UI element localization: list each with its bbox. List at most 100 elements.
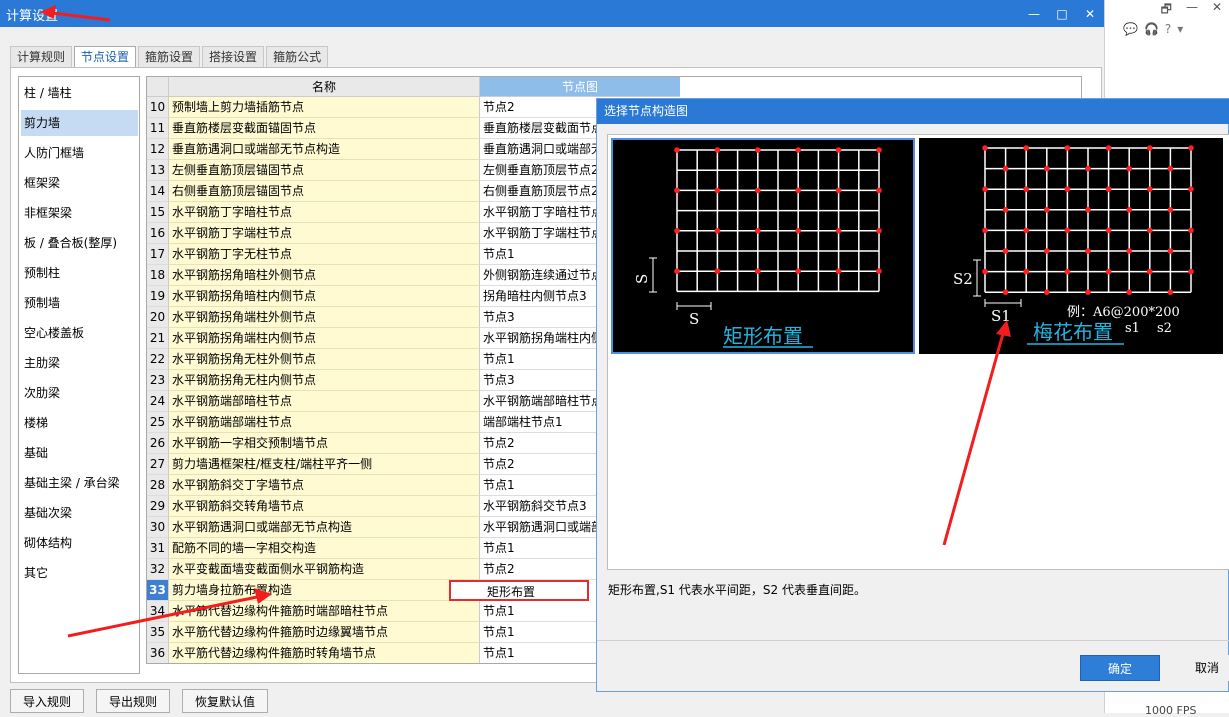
row-number: 22 <box>147 349 169 370</box>
row-name: 垂直筋楼层变截面锚固节点 <box>169 118 480 139</box>
row-name: 垂直筋遇洞口或端部无节点构造 <box>169 139 480 160</box>
column-header-node[interactable]: 节点图 <box>480 77 680 97</box>
spacing-label-horizontal: S <box>689 310 699 328</box>
bg-restore-icon[interactable]: 🗗 <box>1161 0 1172 22</box>
export-rules-button[interactable]: 导出规则 <box>96 689 171 713</box>
row-node-value[interactable]: 节点1 <box>480 538 597 559</box>
row-name: 水平钢筋拐角无柱外侧节点 <box>169 349 480 370</box>
dialog-title: 选择节点构造图 <box>597 99 1229 124</box>
diagram-options: S S 矩形布置 S2 S1 例：A6@200*200 s1 s2 梅花布置 <box>607 134 1229 570</box>
row-node-value[interactable]: 节点1 <box>480 643 597 663</box>
row-node-value[interactable]: 节点1 <box>480 244 597 265</box>
nav-item-foundation[interactable]: 基础 <box>21 440 138 466</box>
nav-item-non-frame-beam[interactable]: 非框架梁 <box>21 200 138 226</box>
column-header-name[interactable]: 名称 <box>169 77 480 97</box>
bg-minimize-icon[interactable]: — <box>1186 0 1198 22</box>
row-node-value[interactable]: 水平钢筋遇洞口或端部 <box>480 517 597 538</box>
row-node-value[interactable]: 节点3 <box>480 307 597 328</box>
nav-item-foundation-secondary-beam[interactable]: 基础次梁 <box>21 500 138 526</box>
nav-item-slab[interactable]: 板 / 叠合板(整厚) <box>21 230 138 256</box>
comment-icon[interactable]: 💬 <box>1123 22 1138 42</box>
grid-header: 名称 节点图 <box>147 77 1081 97</box>
row-node-value[interactable]: 拐角暗柱内侧节点3 <box>480 286 597 307</box>
row-node-value[interactable]: 水平钢筋斜交节点3 <box>480 496 597 517</box>
nav-item-column[interactable]: 柱 / 墙柱 <box>21 80 138 106</box>
row-node-value[interactable]: 节点2 <box>480 559 597 580</box>
nav-item-civil-defense-door[interactable]: 人防门框墙 <box>21 140 138 166</box>
row-node-value[interactable]: 垂直筋遇洞口或端部无 <box>480 139 597 160</box>
nav-item-frame-beam[interactable]: 框架梁 <box>21 170 138 196</box>
nav-item-masonry[interactable]: 砌体结构 <box>21 530 138 556</box>
row-name: 水平钢筋拐角暗柱外侧节点 <box>169 265 480 286</box>
nav-item-precast-wall[interactable]: 预制墙 <box>21 290 138 316</box>
cancel-button[interactable]: 取消 <box>1167 655 1229 681</box>
nav-item-stairs[interactable]: 楼梯 <box>21 410 138 436</box>
row-name: 水平钢筋遇洞口或端部无节点构造 <box>169 517 480 538</box>
row-name: 右侧垂直筋顶层锚固节点 <box>169 181 480 202</box>
row-node-value[interactable]: 右侧垂直筋顶层节点2 <box>480 181 597 202</box>
row-node-value[interactable]: 矩形布置 <box>449 580 589 601</box>
row-name: 水平变截面墙变截面侧水平钢筋构造 <box>169 559 480 580</box>
tab-node-settings[interactable]: 节点设置 <box>74 46 137 67</box>
row-node-value[interactable]: 左侧垂直筋顶层节点2 <box>480 160 597 181</box>
row-node-value[interactable]: 节点2 <box>480 433 597 454</box>
nav-item-foundation-main-beam[interactable]: 基础主梁 / 承台梁 <box>21 470 138 496</box>
row-node-value[interactable]: 节点1 <box>480 475 597 496</box>
row-node-value[interactable]: 节点1 <box>480 349 597 370</box>
row-number: 30 <box>147 517 169 538</box>
nav-item-other[interactable]: 其它 <box>21 560 138 586</box>
tab-lap-settings[interactable]: 搭接设置 <box>202 46 265 67</box>
rect-layout-caption: 矩形布置 <box>723 324 803 348</box>
tab-stirrup-settings[interactable]: 箍筋设置 <box>138 46 201 67</box>
row-node-value[interactable]: 水平钢筋拐角端柱内侧 <box>480 328 597 349</box>
row-node-value[interactable]: 水平钢筋丁字端柱节点 <box>480 223 597 244</box>
row-number: 20 <box>147 307 169 328</box>
tab-stirrup-formula[interactable]: 箍筋公式 <box>266 46 329 67</box>
ok-button[interactable]: 确定 <box>1080 655 1160 681</box>
nav-item-hollow-slab[interactable]: 空心楼盖板 <box>21 320 138 346</box>
row-number: 34 <box>147 601 169 622</box>
row-number: 15 <box>147 202 169 223</box>
row-name: 水平钢筋丁字暗柱节点 <box>169 202 480 223</box>
row-name: 水平钢筋拐角无柱内侧节点 <box>169 370 480 391</box>
row-name: 水平钢筋拐角端柱外侧节点 <box>169 307 480 328</box>
row-node-value[interactable]: 节点1 <box>480 601 597 622</box>
row-name: 水平钢筋拐角暗柱内侧节点 <box>169 286 480 307</box>
restore-defaults-button[interactable]: 恢复默认值 <box>182 689 269 713</box>
help-icon[interactable]: ? <box>1165 22 1171 42</box>
maximize-button[interactable]: □ <box>1048 0 1076 27</box>
close-button[interactable]: ✕ <box>1076 0 1104 27</box>
row-node-value[interactable]: 节点3 <box>480 370 597 391</box>
nav-item-precast-column[interactable]: 预制柱 <box>21 260 138 286</box>
import-rules-button[interactable]: 导入规则 <box>10 689 85 713</box>
option-rect-layout[interactable]: S S 矩形布置 <box>611 138 915 354</box>
row-number: 19 <box>147 286 169 307</box>
row-number: 21 <box>147 328 169 349</box>
tab-calc-rules[interactable]: 计算规则 <box>10 46 73 67</box>
row-node-value[interactable]: 外侧钢筋连续通过节点 <box>480 265 597 286</box>
headset-icon[interactable]: 🎧 <box>1144 22 1159 42</box>
row-node-value[interactable]: 水平钢筋端部暗柱节点 <box>480 391 597 412</box>
row-name: 水平筋代替边缘构件箍筋时端部暗柱节点 <box>169 601 480 622</box>
bg-close-icon[interactable]: ✕ <box>1212 0 1222 22</box>
row-node-value[interactable]: 节点1 <box>480 622 597 643</box>
nav-item-secondary-rib-beam[interactable]: 次肋梁 <box>21 380 138 406</box>
minimize-button[interactable]: — <box>1020 0 1048 27</box>
plum-legend-s2: s2 <box>1157 321 1172 336</box>
component-nav: 柱 / 墙柱 剪力墙 人防门框墙 框架梁 非框架梁 板 / 叠合板(整厚) 预制… <box>18 76 140 674</box>
node-diagram-dialog: 选择节点构造图 S S 矩形布置 S2 S1 例：A6@200*200 s1 s… <box>596 98 1229 692</box>
row-node-value[interactable]: 垂直筋楼层变截面节点 <box>480 118 597 139</box>
row-node-value[interactable]: 水平钢筋丁字暗柱节点 <box>480 202 597 223</box>
row-name: 水平钢筋拐角端柱内侧节点 <box>169 328 480 349</box>
row-number: 33 <box>147 580 169 601</box>
row-name: 剪力墙身拉筋布置构造 <box>169 580 480 601</box>
row-node-value[interactable]: 节点2 <box>480 454 597 475</box>
row-number: 32 <box>147 559 169 580</box>
nav-item-main-rib-beam[interactable]: 主肋梁 <box>21 350 138 376</box>
option-plum-layout[interactable]: S2 S1 例：A6@200*200 s1 s2 梅花布置 <box>919 138 1223 354</box>
row-number: 29 <box>147 496 169 517</box>
row-node-value[interactable]: 节点2 <box>480 97 597 118</box>
row-node-value[interactable]: 端部端柱节点1 <box>480 412 597 433</box>
nav-item-shear-wall[interactable]: 剪力墙 <box>21 110 138 136</box>
chevron-down-icon[interactable]: ▾ <box>1177 22 1183 42</box>
